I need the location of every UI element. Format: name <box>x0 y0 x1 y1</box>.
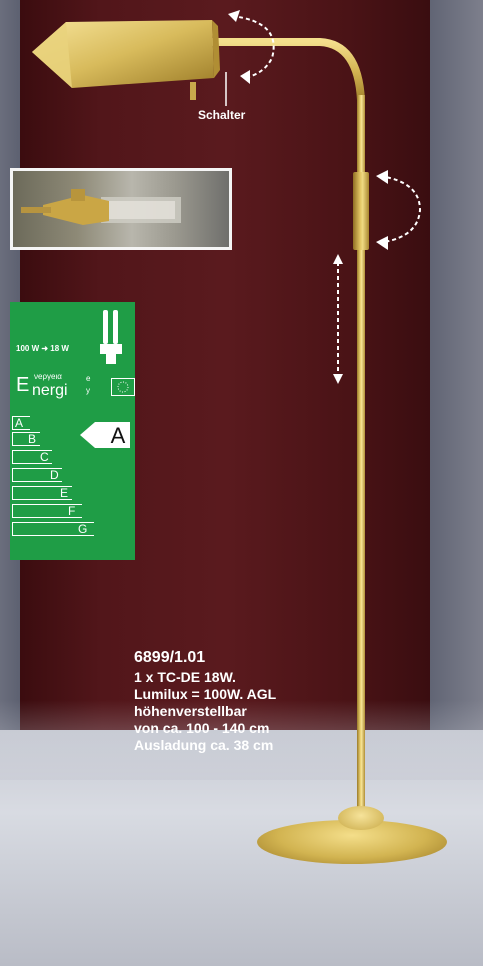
switch-knob <box>190 82 196 100</box>
energy-label: 100 W ➜ 18 W E νeργeια nergi e y A B C D <box>10 302 135 560</box>
grade-letter: A <box>15 416 24 430</box>
bulb-detail-image <box>21 189 181 225</box>
arrow-head-icon <box>228 10 240 22</box>
spec-line: Ausladung ca. 38 cm <box>134 737 274 753</box>
energy-title-greek: νeργeια <box>34 372 62 381</box>
rotate-arrow-shade <box>231 15 275 79</box>
grade-letter: C <box>40 450 49 464</box>
arrow-head-icon <box>240 70 250 84</box>
shade-end <box>32 22 72 88</box>
energy-title-y: y <box>86 386 90 395</box>
product-info: 6899/1.01 1 x TC-DE 18W. Lumilux = 100W.… <box>134 647 276 754</box>
grade-letter: F <box>68 504 76 518</box>
spec-line: Lumilux = 100W. AGL <box>134 686 277 702</box>
spec-line: höhenverstellbar <box>134 703 247 719</box>
arm-tube <box>210 38 365 101</box>
product-scene: Schalter 100 W ➜ 18 W E νeργeια nergi e … <box>0 0 483 966</box>
base-collar <box>338 806 384 830</box>
grade-letter: B <box>28 432 37 446</box>
spec-line: 1 x TC-DE 18W. <box>134 669 236 685</box>
grade-letter: G <box>78 522 88 536</box>
product-code: 6899/1.01 <box>134 649 206 666</box>
grade-letter: E <box>60 486 69 500</box>
arrow-head-icon <box>376 170 388 184</box>
wattage-text: 100 W ➜ 18 W <box>16 344 69 353</box>
arrow-head-icon <box>376 236 388 250</box>
detail-inset-photo <box>10 168 232 250</box>
switch-label: Schalter <box>198 108 246 122</box>
energy-title-word: nergi <box>32 382 68 399</box>
cfl-bulb-icon <box>100 310 122 364</box>
arrow-up-icon <box>333 254 343 264</box>
eu-flag-icon <box>111 378 135 396</box>
energy-title-initial: E <box>16 374 30 396</box>
grade-letter: D <box>50 468 59 482</box>
rotate-arrow-joint <box>379 175 422 243</box>
energy-title-suffix: e <box>86 374 91 383</box>
spec-line: von ca. 100 - 140 cm <box>134 720 270 736</box>
energy-rating: A <box>110 423 126 448</box>
pole-joint <box>353 172 369 250</box>
arrow-down-icon <box>333 374 343 384</box>
